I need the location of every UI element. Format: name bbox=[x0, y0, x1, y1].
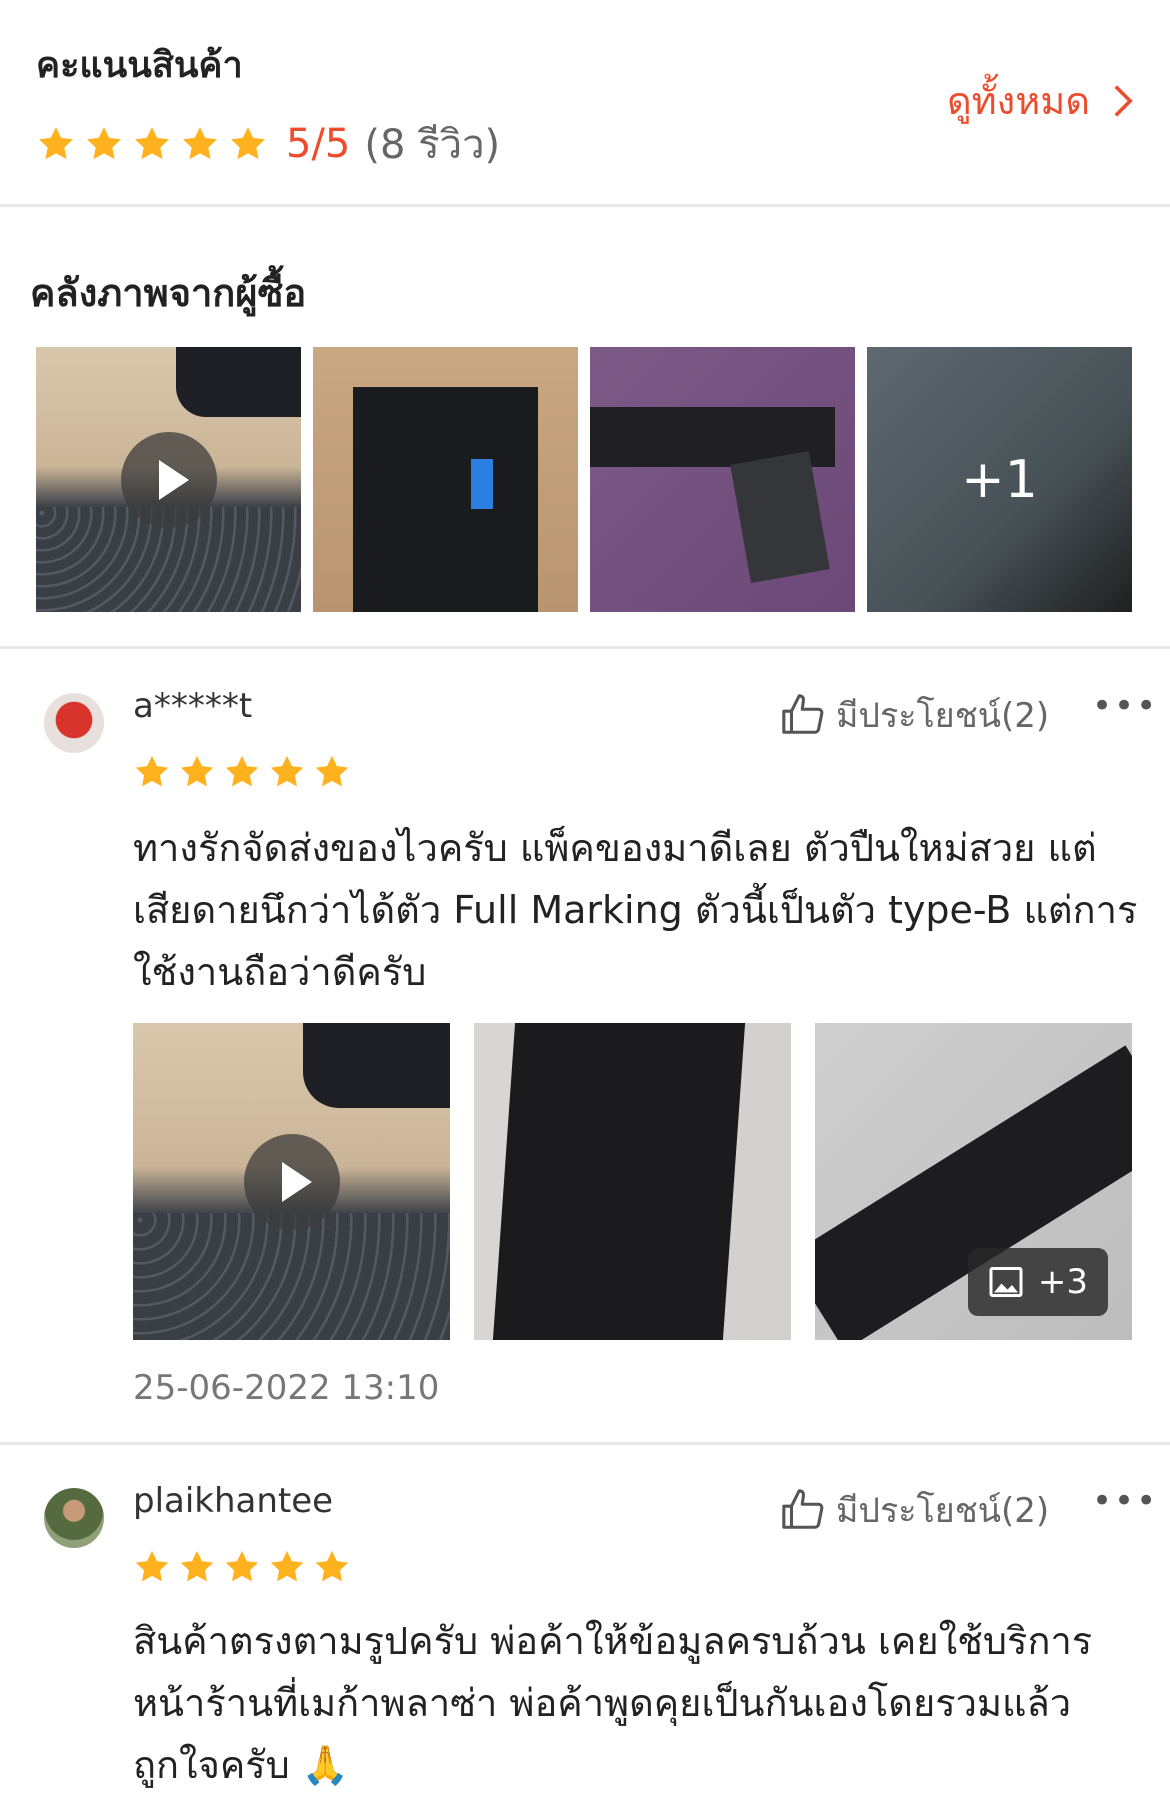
helpful-label: มีประโยชน์(2) bbox=[836, 696, 1050, 736]
rating-score: 5/5 bbox=[286, 121, 351, 167]
gallery-image-thumb[interactable]: +1 bbox=[867, 347, 1132, 612]
avatar bbox=[44, 693, 104, 753]
image-icon bbox=[989, 1267, 1023, 1297]
chevron-right-icon bbox=[1114, 84, 1133, 117]
star-icon bbox=[268, 1548, 306, 1586]
rating-row: 5/5 (8 รีวิว) bbox=[36, 112, 500, 176]
review-text: สินค้าตรงตามรูปครับ พ่อค้าให้ข้อมูลครบถ้… bbox=[133, 1619, 1093, 1787]
review-stars bbox=[133, 753, 358, 791]
divider bbox=[0, 1442, 1170, 1445]
star-icon bbox=[132, 124, 172, 164]
more-images-count: +1 bbox=[867, 347, 1132, 612]
more-options-icon[interactable]: ••• bbox=[1092, 1481, 1158, 1521]
star-icon bbox=[228, 124, 268, 164]
divider bbox=[0, 646, 1170, 649]
review-image-thumb[interactable]: +3 bbox=[815, 1023, 1132, 1340]
star-icon bbox=[36, 124, 76, 164]
review-stars bbox=[133, 1548, 358, 1586]
helpful-button[interactable]: มีประโยชน์(2) bbox=[780, 1483, 1049, 1537]
review-video-thumb[interactable] bbox=[133, 1023, 450, 1340]
rating-title: คะแนนสินค้า bbox=[36, 45, 243, 86]
gallery-thumbnails: +1 bbox=[36, 347, 1132, 612]
see-all-label: ดูทั้งหมด bbox=[946, 79, 1090, 123]
thumbs-up-icon bbox=[782, 694, 824, 734]
star-icon bbox=[178, 753, 216, 791]
star-icon bbox=[133, 753, 171, 791]
star-icon bbox=[178, 1548, 216, 1586]
star-icon bbox=[84, 124, 124, 164]
star-icon bbox=[313, 753, 351, 791]
thumbs-up-icon bbox=[782, 1489, 824, 1529]
star-icon bbox=[313, 1548, 351, 1586]
review-timestamp: 25-06-2022 13:10 bbox=[133, 1368, 440, 1408]
more-options-icon[interactable]: ••• bbox=[1092, 686, 1158, 726]
helpful-button[interactable]: มีประโยชน์(2) bbox=[780, 688, 1049, 742]
star-icon bbox=[223, 753, 261, 791]
avatar bbox=[44, 1488, 104, 1548]
review-text: ทางรักจัดส่งของไวครับ แพ็คของมาดีเลย ตัว… bbox=[133, 826, 1138, 994]
image-count-label: +3 bbox=[1037, 1262, 1088, 1302]
star-icon bbox=[180, 124, 220, 164]
star-icon bbox=[223, 1548, 261, 1586]
star-icon bbox=[133, 1548, 171, 1586]
review-media: +3 bbox=[133, 1023, 1132, 1340]
gallery-image-thumb[interactable] bbox=[590, 347, 855, 612]
review-image-thumb[interactable] bbox=[474, 1023, 791, 1340]
rating-summary: คะแนนสินค้า 5/5 (8 รีวิว) ดูทั้งหมด bbox=[0, 0, 1170, 204]
play-icon bbox=[243, 1133, 340, 1230]
see-all-link[interactable]: ดูทั้งหมด bbox=[947, 70, 1134, 131]
review-username: plaikhantee bbox=[133, 1481, 334, 1521]
image-count-badge: +3 bbox=[967, 1248, 1108, 1316]
gallery-video-thumb[interactable] bbox=[36, 347, 301, 612]
review-count: (8 รีวิว) bbox=[364, 122, 501, 168]
gallery-image-thumb[interactable] bbox=[313, 347, 578, 612]
review-username: a*****t bbox=[133, 686, 253, 726]
helpful-label: มีประโยชน์(2) bbox=[836, 1491, 1050, 1531]
play-icon bbox=[120, 431, 217, 528]
star-icon bbox=[268, 753, 306, 791]
gallery-title: คลังภาพจากผู้ซื้อ bbox=[30, 271, 307, 315]
